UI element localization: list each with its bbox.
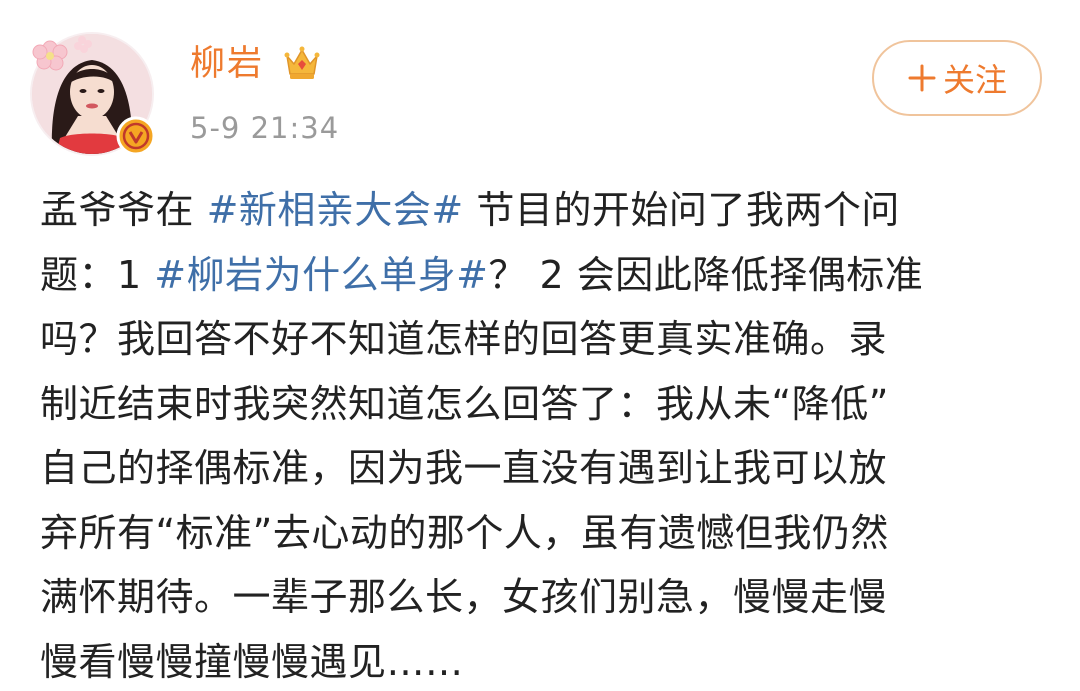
follow-button[interactable]: 关注 xyxy=(872,40,1042,116)
post-text-segment: 慢看慢慢撞慢慢遇见…… xyxy=(40,639,464,684)
post-line: 制近结束时我突然知道怎么回答了：我从未“降低” xyxy=(40,372,1040,437)
weibo-post: 柳岩 5-9 21:34 关注 孟爷爷在 #新相亲大会# 节目的开始问了我两个问… xyxy=(0,0,1080,691)
post-text-segment: 吗？我回答不好不知道怎样的回答更真实准确。录 xyxy=(40,317,888,361)
post-text-segment: 自己的择偶标准，因为我一直没有遇到让我可以放 xyxy=(40,446,888,490)
post-line: 吗？我回答不好不知道怎样的回答更真实准确。录 xyxy=(40,307,1040,372)
post-line: 题：1 #柳岩为什么单身#？ 2 会因此降低择偶标准 xyxy=(40,243,1040,308)
username[interactable]: 柳岩 xyxy=(190,40,264,88)
post-timestamp: 5-9 21:34 xyxy=(190,111,340,145)
hashtag-link[interactable]: #柳岩为什么单身# xyxy=(154,253,488,297)
post-text-segment: 弃所有“标准”去心动的那个人，虽有遗憾但我仍然 xyxy=(40,510,889,555)
post-text-segment: 满怀期待。一辈子那么长，女孩们别急，慢慢走慢 xyxy=(40,575,888,619)
post-line: 孟爷爷在 #新相亲大会# 节目的开始问了我两个问 xyxy=(40,178,1040,243)
flower-decoration-icon xyxy=(32,36,92,71)
follow-label: 关注 xyxy=(942,61,1007,99)
post-line: 满怀期待。一辈子那么长，女孩们别急，慢慢走慢 xyxy=(40,565,1040,630)
hashtag-link[interactable]: #新相亲大会# xyxy=(207,188,464,232)
post-text-segment: ？ 2 会因此降低择偶标准 xyxy=(488,252,924,297)
plus-icon xyxy=(908,64,936,92)
post-text-segment: 制近结束时我突然知道怎么回答了：我从未“降低” xyxy=(40,381,889,426)
post-text: 孟爷爷在 #新相亲大会# 节目的开始问了我两个问 题：1 #柳岩为什么单身#？ 2… xyxy=(40,178,1040,691)
post-line: 自己的择偶标准，因为我一直没有遇到让我可以放 xyxy=(40,436,1040,501)
post-text-segment: 孟爷爷在 xyxy=(40,188,207,232)
crown-icon xyxy=(284,46,320,79)
verified-icon xyxy=(116,116,156,156)
post-line: 慢看慢慢撞慢慢遇见…… xyxy=(40,630,1040,691)
post-line: 弃所有“标准”去心动的那个人，虽有遗憾但我仍然 xyxy=(40,501,1040,566)
avatar-container[interactable] xyxy=(28,30,156,158)
post-text-segment: 题：1 xyxy=(40,252,155,297)
post-text-segment: 节目的开始问了我两个问 xyxy=(463,188,900,232)
